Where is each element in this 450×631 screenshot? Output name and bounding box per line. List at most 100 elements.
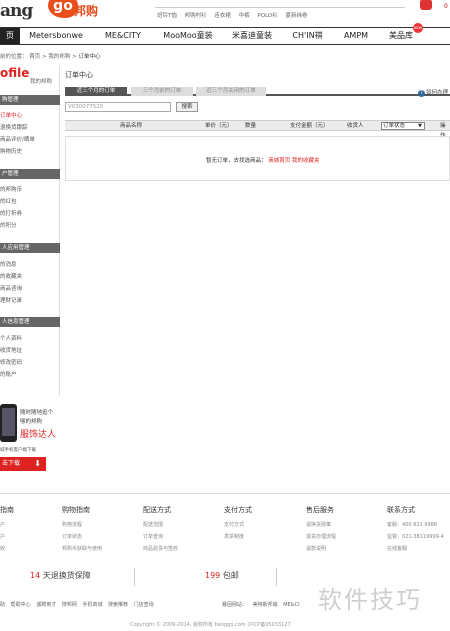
promo-days-text: 天退换货保障	[42, 571, 91, 580]
footer-link[interactable]: 支付方式	[224, 521, 252, 528]
sidebar-item-account[interactable]: 的账户	[0, 370, 17, 378]
order-search-input[interactable]: V030077525	[65, 102, 171, 112]
footer-link[interactable]: 订单查询	[143, 533, 178, 540]
sidebar-item-finance[interactable]: 理财记录	[0, 296, 22, 304]
sidebar-item-reviews[interactable]: 商品评价/晒单	[0, 135, 35, 143]
site-search-input[interactable]	[155, 0, 405, 8]
footer-link[interactable]: 退换货政策	[306, 521, 336, 528]
promo-divider	[134, 568, 135, 586]
hot-link[interactable]: 邦购村衫	[185, 13, 207, 19]
logo-text: ang	[0, 1, 33, 21]
bottom-link[interactable]: 助	[0, 602, 5, 608]
footer-link[interactable]: 退货办理流程	[306, 533, 336, 540]
footer-link[interactable]: 邦购币获取与使用	[62, 545, 102, 552]
help-label: 如何办理	[426, 90, 449, 96]
new-badge: NEW	[413, 23, 423, 33]
sidebar-item-redpacket[interactable]: 的红包	[0, 197, 17, 205]
sidebar-item-orders[interactable]: 订单中心	[0, 111, 22, 119]
promo-days: 14	[30, 571, 41, 580]
sidebar-item-profile[interactable]: 个人资料	[0, 334, 22, 342]
footer-col-payment: 支付方式 支付方式 发票制度	[224, 505, 252, 545]
promo-free-text: 包邮	[222, 571, 239, 580]
nav-meipinku[interactable]: 美品库	[385, 28, 417, 44]
hot-link[interactable]: 夏新纬卷	[286, 13, 308, 19]
main-nav: 页 Metersbonwe ME&CITY MooMoo童装 米喜迪童装 CH'…	[0, 27, 450, 45]
footer-col-guide: 指南 户 户 收	[0, 505, 14, 557]
sidebar-item-returns[interactable]: 退换货跟踪	[0, 123, 28, 131]
sidebar-item-consult[interactable]: 商品咨询	[0, 284, 22, 292]
footer-link[interactable]: 户	[0, 521, 14, 528]
orders-table-header: 商品名称 单价（元） 数量 支付金额（元） 收货人 订单状态 ▼ 操作	[65, 120, 450, 139]
breadcrumb-mine[interactable]: 我的邦购	[48, 54, 70, 60]
footer-col-title: 售后服务	[306, 506, 334, 514]
help-link[interactable]: ? 如何办理	[418, 88, 448, 97]
footer-link[interactable]: 商品验货与签收	[143, 545, 178, 552]
link-favorites[interactable]: 我的收藏夹	[292, 158, 320, 164]
sidebar-item-history[interactable]: 购物历史	[0, 147, 22, 155]
download-button[interactable]: 击下载 ⬇	[0, 457, 46, 471]
hot-link[interactable]: POLO衫	[257, 13, 277, 19]
search-button[interactable]: 搜索	[176, 102, 198, 112]
nav-ampm[interactable]: AMPM	[340, 28, 372, 44]
breadcrumb-home[interactable]: 首页	[29, 54, 40, 60]
promo-caption: 城手机客户端下载	[0, 448, 36, 453]
col-product: 商品名称	[120, 123, 143, 129]
col-receiver: 收货人	[347, 123, 364, 129]
promo-headline: 服饰达人	[20, 430, 57, 440]
account-sidebar: ofile 我的邦购 购管理 订单中心 退换货跟踪 商品评价/晒单 购物历史 户…	[0, 66, 60, 396]
nav-metersbonwe[interactable]: Metersbonwe	[27, 28, 85, 44]
promo-line: 随时随地逛个	[20, 410, 54, 416]
app-promo: 随时随地逛个 够的邦购 服饰达人 城手机客户端下载 击下载 ⬇	[0, 400, 60, 472]
footer-col-shopping: 购物指南 购物流程 订单状态 邦购币获取与使用	[62, 505, 102, 557]
link-mall-home[interactable]: 商城首页	[268, 158, 290, 164]
nav-mixidi[interactable]: 米喜迪童装	[228, 28, 276, 44]
col-qty: 数量	[245, 123, 257, 129]
hot-link[interactable]: 班铃T恤	[157, 13, 177, 19]
sidebar-item-password[interactable]: 修改密码	[0, 358, 22, 366]
footer-link[interactable]: 在线客服	[387, 545, 444, 552]
promo-returns: 14 天退换货保障	[30, 570, 91, 581]
tab-closed-orders[interactable]: 近三个月关闭的订单	[196, 87, 266, 96]
bottom-link[interactable]: 搜索推荐	[108, 602, 128, 608]
bottom-link[interactable]: 搜邦网	[62, 602, 77, 608]
nav-mecity[interactable]: ME&CITY	[98, 28, 148, 44]
footer-link[interactable]: 发票制度	[224, 533, 252, 540]
logo-cn: 邦购	[74, 4, 99, 18]
footer-link[interactable]: 配送范围	[143, 521, 178, 528]
footer-link[interactable]: 收	[0, 545, 14, 552]
footer-col-delivery: 配送方式 配送范围 订单查询 商品验货与签收	[143, 505, 178, 557]
cart-icon[interactable]	[420, 0, 432, 10]
bottom-link[interactable]: 帮助中心	[11, 602, 31, 608]
tab-older-orders[interactable]: 三个月前的订单	[131, 87, 193, 96]
tab-recent-orders[interactable]: 近三个月的订单	[65, 87, 127, 96]
footer-col-title: 配送方式	[143, 506, 171, 514]
breadcrumb-prefix: 前的位置：	[0, 54, 28, 60]
partner-link[interactable]: 美特斯邦威	[253, 602, 278, 608]
bottom-link[interactable]: 手机商城	[82, 602, 102, 608]
footer-link[interactable]: 退款说明	[306, 545, 336, 552]
footer-link[interactable]: 户	[0, 533, 14, 540]
bottom-link[interactable]: 诚聘英才	[36, 602, 56, 608]
banggo-logo[interactable]: ang go 邦购	[0, 0, 100, 22]
order-status-select[interactable]: 订单状态 ▼	[381, 122, 425, 130]
sidebar-item-points[interactable]: 的积分	[0, 221, 17, 229]
bottom-link[interactable]: 门店查询	[134, 602, 154, 608]
arrow-down-icon: ⬇	[34, 459, 41, 468]
sidebar-item-messages[interactable]: 的消息	[0, 260, 17, 268]
nav-home[interactable]: 页	[0, 28, 20, 44]
partner-link[interactable]: ME&CI	[283, 602, 299, 608]
sidebar-item-address[interactable]: 收货地址	[0, 346, 22, 354]
footer-link[interactable]: 订单状态	[62, 533, 102, 540]
nav-moomoo[interactable]: MooMoo童装	[158, 28, 218, 44]
hot-link[interactable]: 连衣裙	[214, 13, 231, 19]
profile-title: ofile	[0, 66, 30, 80]
dropdown-arrow-icon: ▼	[418, 123, 422, 129]
hot-link[interactable]: 中裤	[239, 13, 250, 19]
nav-chin[interactable]: CH'IN祺	[290, 28, 325, 44]
sidebar-item-coins[interactable]: 的邦购币	[0, 185, 22, 193]
footer-link[interactable]: 购物流程	[62, 521, 102, 528]
sidebar-item-coupons[interactable]: 的打折券	[0, 209, 22, 217]
cart-count: 0	[444, 3, 448, 10]
footer-col-title: 指南	[0, 506, 14, 514]
sidebar-item-favorites[interactable]: 的收藏夹	[0, 272, 22, 280]
